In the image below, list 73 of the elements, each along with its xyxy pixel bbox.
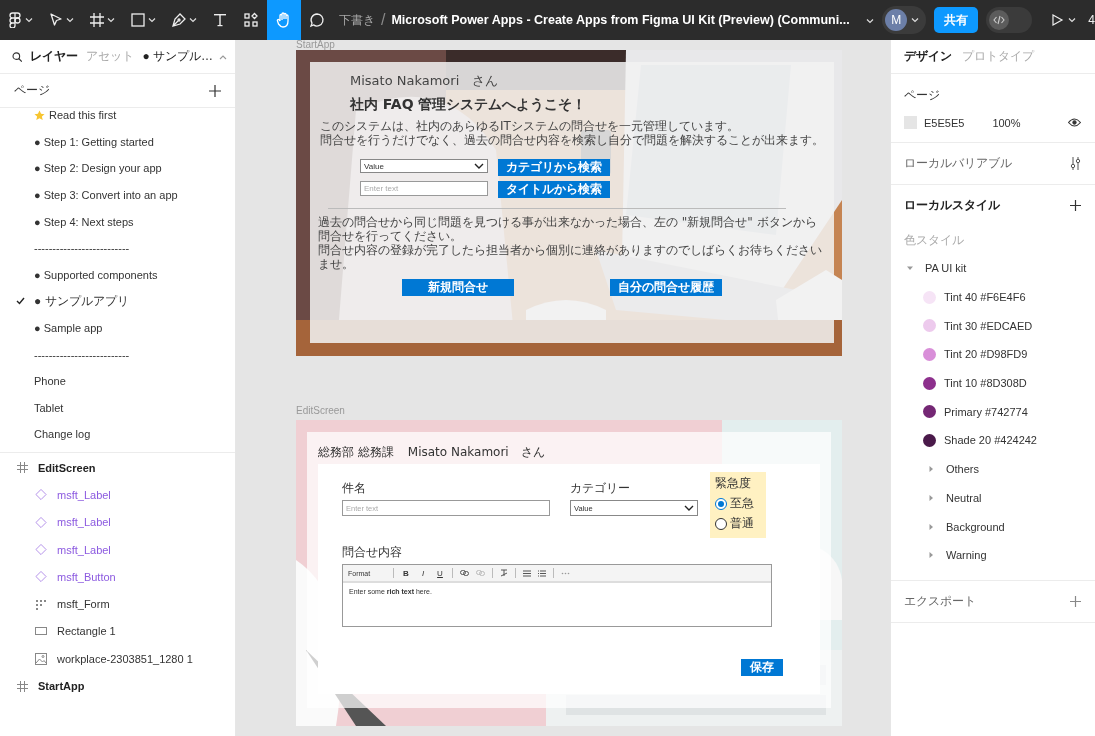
radio-option[interactable]: 普通 <box>715 515 761 532</box>
section-title: ページ <box>14 82 50 99</box>
avatar: M <box>885 9 908 31</box>
page-item[interactable]: Change log <box>0 421 235 448</box>
section-title: エクスポート <box>904 592 976 610</box>
page-selector[interactable]: ● サンプル… <box>142 48 227 65</box>
color-style[interactable]: Shade 20 #424242 <box>904 426 1081 455</box>
field-label: 問合せ内容 <box>342 544 403 561</box>
page-item[interactable]: -------------------------- <box>0 234 235 262</box>
layer-item[interactable]: msft_Button <box>0 563 235 591</box>
page-item[interactable]: ● Step 1: Getting started <box>0 128 235 156</box>
page-item[interactable]: ● Step 2: Design your app <box>0 155 235 182</box>
opacity-value[interactable]: 100% <box>992 116 1021 129</box>
color-style[interactable]: Tint 40 #F6E4F6 <box>904 282 1081 312</box>
field-label: 件名 <box>342 480 367 497</box>
user-name: Misato Nakamori さん <box>407 444 545 461</box>
panel-tab[interactable]: デザイン <box>904 48 952 65</box>
new-inquiry-button[interactable]: 新規問合せ <box>402 279 514 296</box>
layer-item[interactable]: msft_Form <box>0 590 235 618</box>
file-title[interactable]: Microsoft Power Apps - Create Apps from Figma UI Kit (Preview) (Communi... <box>391 13 850 27</box>
history-button[interactable]: 自分の問合せ履歴 <box>610 279 722 296</box>
field-label: 緊急度 <box>715 475 752 492</box>
zoom-level[interactable]: 4 <box>1088 13 1095 27</box>
save-button[interactable]: 保存 <box>741 659 783 676</box>
search-button[interactable]: タイトルから検索 <box>498 181 610 198</box>
field-label: カテゴリー <box>570 480 631 497</box>
department-label: 総務部 総務課 <box>318 444 394 461</box>
page-item[interactable]: ● Sample app <box>0 314 235 342</box>
color-style[interactable]: Primary #742774 <box>904 397 1081 427</box>
panel-tab[interactable]: レイヤー <box>30 48 79 65</box>
color-style[interactable]: Tint 30 #EDCAED <box>904 311 1081 341</box>
layer-item[interactable]: msft_Label <box>0 481 235 509</box>
layer-item[interactable]: workplace-2303851_1280 1 <box>0 645 235 673</box>
color-style[interactable]: Tint 10 #8D308D <box>904 368 1081 398</box>
color-value[interactable]: E5E5E5 <box>924 116 965 129</box>
format-button[interactable]: B <box>401 568 411 578</box>
section-title: ローカルバリアブル <box>904 155 1012 172</box>
breadcrumb-separator: / <box>381 11 386 29</box>
layer-item[interactable]: EditScreen <box>0 454 235 482</box>
style-group[interactable]: Others <box>904 454 1081 484</box>
format-button[interactable]: I <box>418 568 428 578</box>
layer-item[interactable]: msft_Label <box>0 508 235 536</box>
radio-option[interactable]: 至急 <box>715 495 761 512</box>
layer-item[interactable]: StartApp <box>0 672 235 700</box>
page-item[interactable]: ● Step 4: Next steps <box>0 208 235 235</box>
intro-text: このシステムは、社内のあらゆるITシステムの問合せを一元管理しています。 問合せを行うだけでなく、過去の問合せ内容を検索し自分で問題を解決することが出来ます。 <box>320 119 824 147</box>
style-group[interactable]: PA UI kit <box>904 254 1081 283</box>
page-item[interactable]: ● Step 3: Convert into an app <box>0 181 235 209</box>
page-item[interactable]: Tablet <box>0 394 235 422</box>
style-group[interactable]: Background <box>904 512 1081 541</box>
page-item[interactable]: Phone <box>0 367 235 395</box>
welcome-title: 社内 FAQ 管理システムへようこそ！ <box>350 96 588 114</box>
page-item[interactable]: Read this first <box>0 102 235 129</box>
page-item[interactable]: ● Supported components <box>0 261 235 289</box>
section-title: ローカルスタイル <box>904 197 1000 214</box>
format-button[interactable]: U <box>435 568 445 578</box>
style-group[interactable]: Warning <box>904 540 1081 570</box>
category-dropdown[interactable]: Value <box>360 159 488 173</box>
color-style[interactable]: Tint 20 #D98FD9 <box>904 340 1081 369</box>
layer-item[interactable]: Rectangle 1 <box>0 617 235 646</box>
section-title: ページ <box>904 87 941 104</box>
note-text: 過去の問合せから同じ問題を見つける事が出来なかった場合、左の "新規問合せ" ボタンから問合せを行ってください。 問合せ内容の登録が完了したら担当者から個別に連絡がありますのでしばらくお待ちくださいませ。 <box>318 215 823 271</box>
avatar-button[interactable]: M <box>882 6 927 34</box>
page-item[interactable]: ● サンプルアプリ <box>0 288 235 315</box>
layer-item[interactable]: msft_Label <box>0 535 235 564</box>
folder-link[interactable]: 下書き <box>339 11 375 29</box>
page-item[interactable]: -------------------------- <box>0 341 235 368</box>
style-group[interactable]: Neutral <box>904 483 1081 513</box>
radio-label: 普通 <box>730 515 754 532</box>
radio-label: 至急 <box>730 495 754 512</box>
search-button[interactable]: カテゴリから検索 <box>498 159 610 176</box>
user-name: Misato Nakamori さん <box>350 72 500 90</box>
subsection-title: 色スタイル <box>904 231 965 249</box>
